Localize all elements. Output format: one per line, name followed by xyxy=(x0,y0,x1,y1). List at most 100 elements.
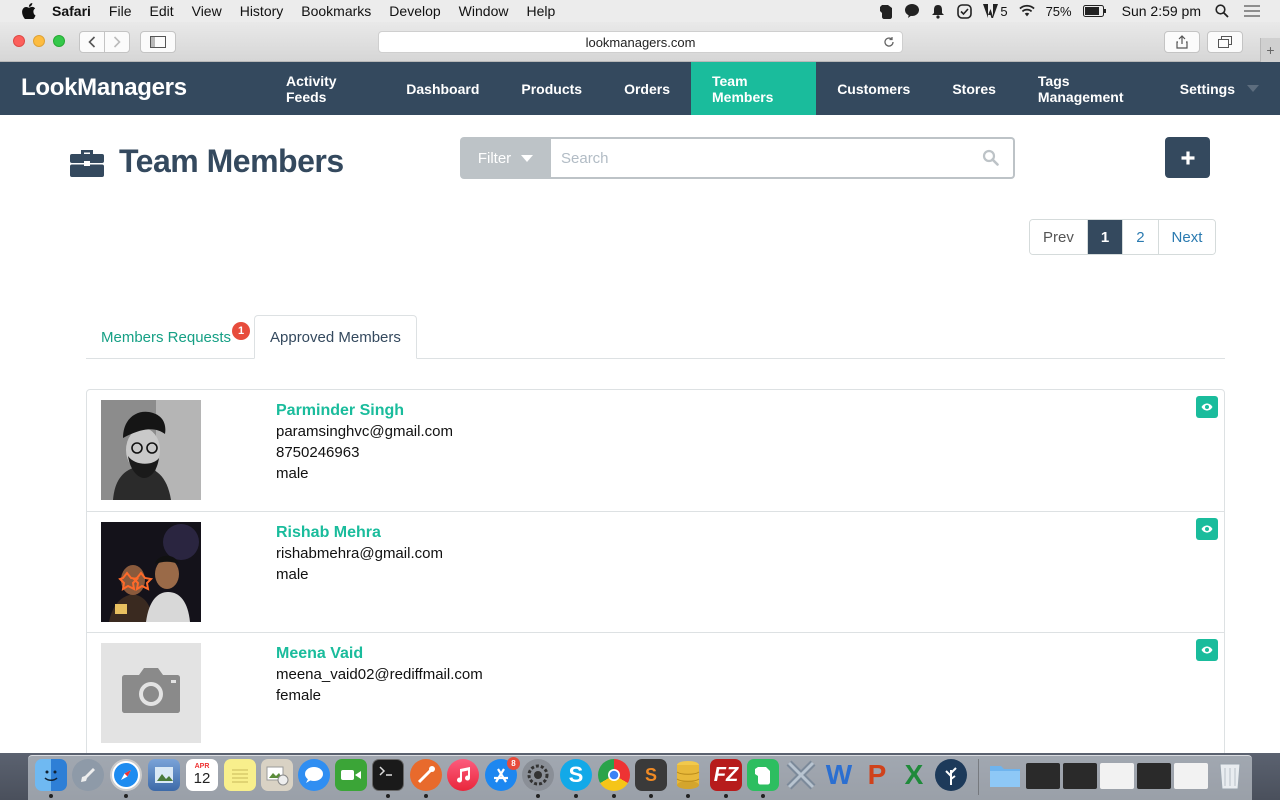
calendar-icon[interactable]: APR 12 xyxy=(186,759,218,791)
tab-approved-members[interactable]: Approved Members xyxy=(254,315,417,359)
menu-safari[interactable]: Safari xyxy=(52,3,91,19)
window-thumbnail-icon[interactable] xyxy=(1174,763,1208,789)
word-icon[interactable]: W xyxy=(823,759,855,791)
paw-icon[interactable] xyxy=(410,759,442,791)
menu-history[interactable]: History xyxy=(240,3,284,19)
search-input[interactable] xyxy=(551,137,1015,179)
wifi-icon[interactable] xyxy=(1018,3,1035,19)
browser-toolbar: lookmanagers.com + xyxy=(0,22,1280,62)
window-thumbnail-icon[interactable] xyxy=(1100,763,1134,789)
notification-bell-icon[interactable] xyxy=(930,3,946,19)
add-member-button[interactable] xyxy=(1165,137,1210,178)
adobe-icon[interactable] xyxy=(982,3,998,19)
reload-icon[interactable] xyxy=(882,35,896,49)
menu-view[interactable]: View xyxy=(192,3,222,19)
launchpad-icon[interactable] xyxy=(72,759,104,791)
menu-develop[interactable]: Develop xyxy=(389,3,440,19)
nav-tags-management[interactable]: Tags Management xyxy=(1017,62,1159,115)
sequel-pro-icon[interactable] xyxy=(672,759,704,791)
safari-icon[interactable] xyxy=(110,759,142,791)
chat-bubble-icon[interactable] xyxy=(904,3,920,19)
back-button[interactable] xyxy=(79,31,105,53)
nav-stores[interactable]: Stores xyxy=(931,62,1017,115)
finder-icon[interactable] xyxy=(35,759,67,791)
evernote-icon[interactable] xyxy=(747,759,779,791)
sourcetree-icon[interactable] xyxy=(935,759,967,791)
sublime-text-icon[interactable]: S xyxy=(635,759,667,791)
menu-window[interactable]: Window xyxy=(459,3,509,19)
window-thumbnail-icon[interactable] xyxy=(1026,763,1060,789)
member-name[interactable]: Meena Vaid xyxy=(276,643,483,664)
apple-icon[interactable] xyxy=(20,3,38,19)
menu-bar: Safari File Edit View History Bookmarks … xyxy=(0,0,1280,22)
notes-icon[interactable] xyxy=(224,759,256,791)
app-store-badge: 8 xyxy=(507,757,520,770)
window-minimize-button[interactable] xyxy=(33,35,45,47)
window-thumbnail-icon[interactable] xyxy=(1063,763,1097,789)
member-gender: female xyxy=(276,687,322,704)
terminal-icon[interactable] xyxy=(372,759,404,791)
window-thumbnail-icon[interactable] xyxy=(1137,763,1171,789)
tabs-overview-button[interactable] xyxy=(1207,31,1243,53)
menu-file[interactable]: File xyxy=(109,3,132,19)
photos-icon[interactable] xyxy=(261,759,293,791)
share-button[interactable] xyxy=(1164,31,1200,53)
sidebar-toggle-button[interactable] xyxy=(140,31,176,53)
menu-edit[interactable]: Edit xyxy=(149,3,173,19)
brand-logo[interactable]: LookManagers xyxy=(21,74,187,102)
tab-members-requests[interactable]: Members Requests xyxy=(101,315,231,359)
menu-bookmarks[interactable]: Bookmarks xyxy=(301,3,371,19)
view-member-button[interactable] xyxy=(1196,396,1218,418)
address-bar[interactable]: lookmanagers.com xyxy=(378,31,903,53)
nav-settings[interactable]: Settings xyxy=(1159,62,1280,115)
skype-icon[interactable]: S xyxy=(560,759,592,791)
folder-icon[interactable] xyxy=(989,759,1021,791)
running-indicator xyxy=(49,794,53,798)
page-header: Team Members xyxy=(70,143,344,180)
pagination-page-2[interactable]: 2 xyxy=(1122,220,1158,254)
spotlight-search-icon[interactable] xyxy=(1214,3,1230,19)
view-member-button[interactable] xyxy=(1196,639,1218,661)
evernote-icon[interactable] xyxy=(878,3,894,19)
view-member-button[interactable] xyxy=(1196,518,1218,540)
itunes-icon[interactable] xyxy=(447,759,479,791)
filezilla-icon[interactable]: FZ xyxy=(710,759,742,791)
menubar-clock[interactable]: Sun 2:59 pm xyxy=(1122,3,1201,19)
chrome-icon[interactable] xyxy=(598,759,630,791)
task-check-icon[interactable] xyxy=(956,3,972,19)
messages-icon[interactable] xyxy=(298,759,330,791)
facetime-icon[interactable] xyxy=(335,759,367,791)
window-close-button[interactable] xyxy=(13,35,25,47)
nav-products[interactable]: Products xyxy=(500,62,603,115)
nav-customers[interactable]: Customers xyxy=(816,62,931,115)
pagination-page-1[interactable]: 1 xyxy=(1086,220,1123,254)
pagination-prev[interactable]: Prev xyxy=(1030,220,1087,254)
powerpoint-icon[interactable]: P xyxy=(861,759,893,791)
nav-dashboard[interactable]: Dashboard xyxy=(385,62,500,115)
search-icon[interactable] xyxy=(982,149,999,166)
member-info: Meena Vaid meena_vaid02@rediffmail.com f… xyxy=(276,643,483,706)
excel-icon[interactable]: X xyxy=(898,759,930,791)
menu-help[interactable]: Help xyxy=(526,3,555,19)
sidebar-icon xyxy=(150,36,166,48)
xquartz-icon[interactable] xyxy=(785,759,817,791)
caret-down-icon xyxy=(1246,85,1259,92)
preview-icon[interactable] xyxy=(148,759,180,791)
nav-team-members[interactable]: Team Members xyxy=(691,62,817,115)
battery-icon[interactable] xyxy=(1082,3,1107,19)
notification-center-icon[interactable] xyxy=(1244,3,1260,19)
requests-count-badge: 1 xyxy=(232,322,250,340)
member-name[interactable]: Rishab Mehra xyxy=(276,522,443,543)
member-name[interactable]: Parminder Singh xyxy=(276,400,453,421)
nav-activity-feeds[interactable]: Activity Feeds xyxy=(265,62,385,115)
running-indicator xyxy=(686,794,690,798)
nav-orders[interactable]: Orders xyxy=(603,62,691,115)
page-title: Team Members xyxy=(119,143,344,179)
forward-button[interactable] xyxy=(104,31,130,53)
pagination-next[interactable]: Next xyxy=(1157,220,1216,254)
system-preferences-icon[interactable] xyxy=(522,759,554,791)
trash-icon[interactable] xyxy=(1214,759,1246,791)
new-tab-button[interactable]: + xyxy=(1260,38,1280,62)
filter-dropdown[interactable]: Filter xyxy=(460,137,551,179)
window-fullscreen-button[interactable] xyxy=(53,35,65,47)
